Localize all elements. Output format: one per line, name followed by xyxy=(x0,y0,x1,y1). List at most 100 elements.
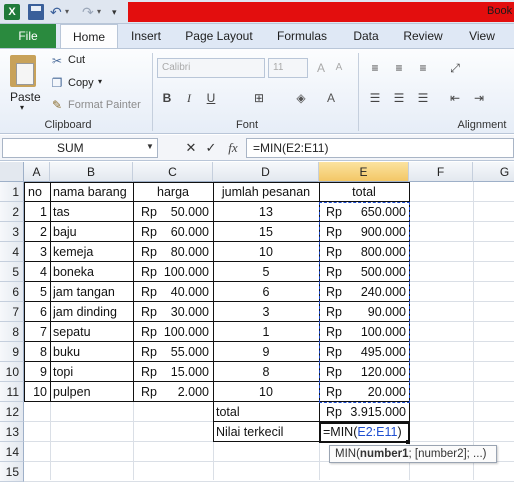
align-top-icon[interactable]: ≡ xyxy=(366,59,384,77)
tab-page-layout[interactable]: Page Layout xyxy=(180,24,258,48)
cell-harga[interactable]: 30.000 xyxy=(156,302,209,322)
cell-nama-barang[interactable]: boneka xyxy=(53,262,133,282)
cell-total-currency[interactable]: Rp xyxy=(326,342,346,362)
format-painter-icon[interactable]: ✎ xyxy=(50,98,64,112)
paste-icon[interactable] xyxy=(10,55,36,87)
column-header-d[interactable]: D xyxy=(213,162,319,182)
align-middle-icon[interactable]: ≡ xyxy=(390,59,408,77)
copy-button[interactable]: Copy xyxy=(68,77,94,89)
cell-no[interactable]: 10 xyxy=(26,382,47,402)
name-box[interactable]: SUM xyxy=(2,138,158,158)
paste-button[interactable]: Paste xyxy=(10,90,41,104)
cell-total-currency[interactable]: Rp xyxy=(326,202,346,222)
column-header-e[interactable]: E xyxy=(319,162,409,182)
column-header-c[interactable]: C xyxy=(133,162,213,182)
bold-icon[interactable]: B xyxy=(158,89,176,107)
cell-total-currency[interactable]: Rp xyxy=(326,362,346,382)
tab-data[interactable]: Data xyxy=(346,24,386,48)
excel-app-icon[interactable]: X xyxy=(4,4,20,20)
fill-color-icon[interactable]: ◈ xyxy=(292,89,310,107)
cell-harga[interactable]: 60.000 xyxy=(156,222,209,242)
redo-icon[interactable]: ↷ xyxy=(82,4,98,20)
enter-icon[interactable]: ✓ xyxy=(202,139,220,157)
redo-dropdown-icon[interactable]: ▾ xyxy=(97,4,105,20)
cell-no[interactable]: 6 xyxy=(26,302,47,322)
cell-harga[interactable]: 15.000 xyxy=(156,362,209,382)
row-header-12[interactable]: 12 xyxy=(0,402,24,422)
cell-total-currency[interactable]: Rp xyxy=(326,242,346,262)
cell-total[interactable]: 495.000 xyxy=(344,342,406,362)
tab-formulas[interactable]: Formulas xyxy=(270,24,334,48)
cell-jumlah-pesanan[interactable]: 15 xyxy=(213,222,319,242)
cell-nama-barang[interactable]: jam dinding xyxy=(53,302,133,322)
row-header-10[interactable]: 10 xyxy=(0,362,24,382)
cell-total-currency[interactable]: Rp xyxy=(326,322,346,342)
header-nama-barang[interactable]: nama barang xyxy=(53,182,133,202)
underline-icon[interactable]: U xyxy=(202,89,220,107)
cell-nama-barang[interactable]: jam tangan xyxy=(53,282,133,302)
cell-jumlah-pesanan[interactable]: 9 xyxy=(213,342,319,362)
cell-harga[interactable]: 2.000 xyxy=(156,382,209,402)
cell-jumlah-pesanan[interactable]: 10 xyxy=(213,382,319,402)
cell-harga[interactable]: 55.000 xyxy=(156,342,209,362)
grow-font-icon[interactable]: A xyxy=(312,59,330,77)
outdent-icon[interactable]: ⇥ xyxy=(470,89,488,107)
tab-view[interactable]: View xyxy=(460,24,504,48)
cell-nama-barang[interactable]: kemeja xyxy=(53,242,133,262)
cell-harga[interactable]: 40.000 xyxy=(156,282,209,302)
cell-total-currency[interactable]: Rp xyxy=(326,262,346,282)
cell-no[interactable]: 4 xyxy=(26,262,47,282)
cell-total[interactable]: 100.000 xyxy=(344,322,406,342)
align-left-icon[interactable]: ☰ xyxy=(366,89,384,107)
save-icon[interactable] xyxy=(28,4,44,20)
row-header-3[interactable]: 3 xyxy=(0,222,24,242)
cell-nama-barang[interactable]: buku xyxy=(53,342,133,362)
fill-handle[interactable] xyxy=(406,440,410,444)
header-harga[interactable]: harga xyxy=(133,182,213,202)
cell-total[interactable]: 240.000 xyxy=(344,282,406,302)
column-header-f[interactable]: F xyxy=(409,162,473,182)
cancel-icon[interactable]: ✕ xyxy=(182,139,200,157)
formula-input[interactable]: =MIN(E2:E11) xyxy=(246,138,514,158)
tab-file[interactable]: File xyxy=(0,24,56,48)
cell-nama-barang[interactable]: tas xyxy=(53,202,133,222)
cell-total[interactable]: 20.000 xyxy=(344,382,406,402)
total-label[interactable]: total xyxy=(216,402,316,422)
row-header-5[interactable]: 5 xyxy=(0,262,24,282)
tab-review[interactable]: Review xyxy=(398,24,448,48)
borders-icon[interactable]: ⊞ xyxy=(250,89,268,107)
cell-jumlah-pesanan[interactable]: 13 xyxy=(213,202,319,222)
active-cell-formula[interactable]: =MIN(E2:E11) xyxy=(323,422,409,442)
copy-dropdown-icon[interactable]: ▾ xyxy=(98,77,102,86)
tab-home[interactable]: Home xyxy=(60,24,118,48)
cell-jumlah-pesanan[interactable]: 5 xyxy=(213,262,319,282)
cell-total-currency[interactable]: Rp xyxy=(326,282,346,302)
cell-total[interactable]: 500.000 xyxy=(344,262,406,282)
row-header-15[interactable]: 15 xyxy=(0,462,24,482)
name-box-dropdown-icon[interactable]: ▼ xyxy=(146,142,154,151)
orientation-icon[interactable]: ⤢ xyxy=(446,59,464,77)
font-color-icon[interactable]: A xyxy=(322,89,340,107)
row-header-11[interactable]: 11 xyxy=(0,382,24,402)
cell-harga[interactable]: 80.000 xyxy=(156,242,209,262)
total-value[interactable]: 3.915.000 xyxy=(344,402,406,422)
cell-no[interactable]: 1 xyxy=(26,202,47,222)
cell-nama-barang[interactable]: pulpen xyxy=(53,382,133,402)
shrink-font-icon[interactable]: A xyxy=(330,59,348,77)
row-header-8[interactable]: 8 xyxy=(0,322,24,342)
paste-dropdown-icon[interactable]: ▾ xyxy=(20,103,24,112)
font-name-box[interactable]: Calibri xyxy=(157,58,265,78)
cell-harga[interactable]: 100.000 xyxy=(156,322,209,342)
column-header-g[interactable]: G xyxy=(473,162,514,182)
cell-jumlah-pesanan[interactable]: 10 xyxy=(213,242,319,262)
row-header-2[interactable]: 2 xyxy=(0,202,24,222)
row-header-4[interactable]: 4 xyxy=(0,242,24,262)
cut-icon[interactable]: ✂ xyxy=(50,54,64,68)
italic-icon[interactable]: I xyxy=(180,89,198,107)
min-label[interactable]: Nilai terkecil xyxy=(216,422,316,442)
copy-icon[interactable]: ❐ xyxy=(50,76,64,90)
cell-total[interactable]: 90.000 xyxy=(344,302,406,322)
cell-jumlah-pesanan[interactable]: 8 xyxy=(213,362,319,382)
row-header-14[interactable]: 14 xyxy=(0,442,24,462)
header-no[interactable]: no xyxy=(28,182,50,202)
